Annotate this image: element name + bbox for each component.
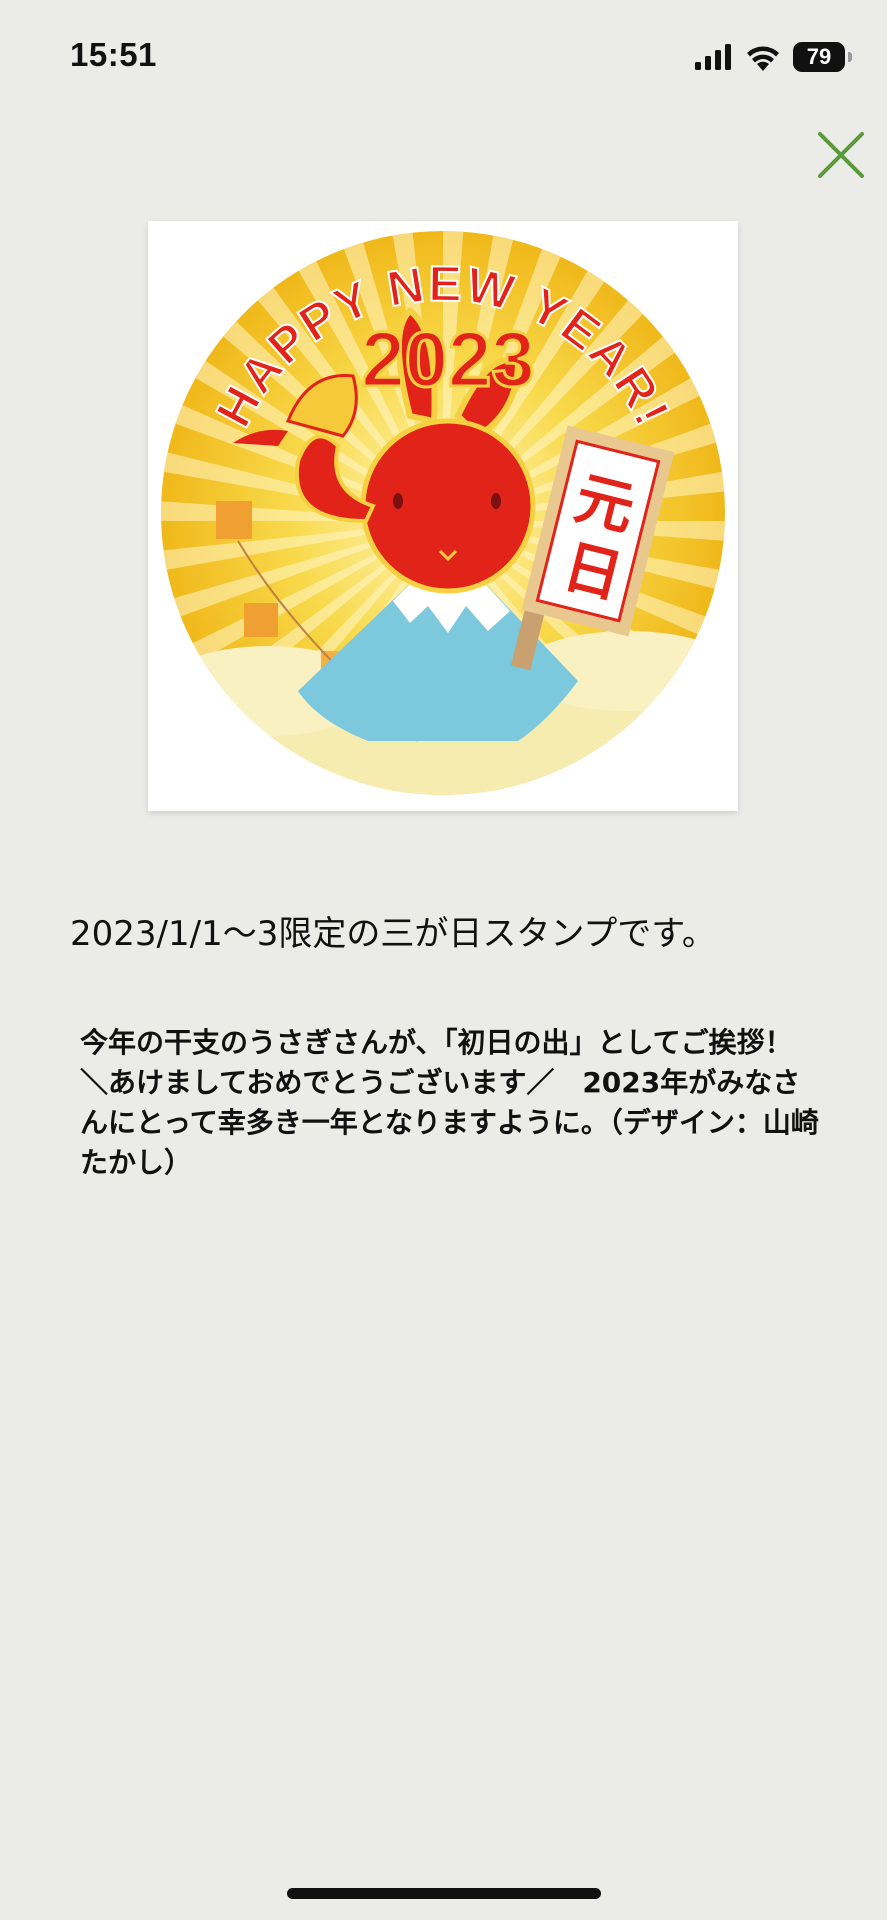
stamp-year-text: 2023 — [361, 315, 535, 403]
close-button[interactable] — [816, 130, 866, 180]
wifi-icon — [747, 46, 779, 71]
stamp-headline: 2023/1/1〜3限定の三が日スタンプです。 — [70, 914, 716, 954]
stamp-image: 元 日 HAPPY NEW YEAR! 2023 — [148, 221, 738, 811]
status-time: 15:51 — [70, 36, 157, 73]
status-icons: 79 — [695, 40, 852, 74]
close-icon — [818, 132, 864, 178]
stamp-detail-screen: 15:51 79 元 日 HAPPY NEW YEAR! 2023 2023/1… — [0, 0, 887, 1920]
home-indicator[interactable] — [287, 1888, 601, 1899]
signal-icon — [695, 44, 731, 70]
stamp-description: 今年の干支のうさぎさんが、「初日の出」としてご挨拶！ ＼あけましておめでとうござ… — [80, 1026, 821, 1179]
battery-icon: 79 — [793, 42, 852, 72]
battery-level: 79 — [806, 44, 832, 69]
